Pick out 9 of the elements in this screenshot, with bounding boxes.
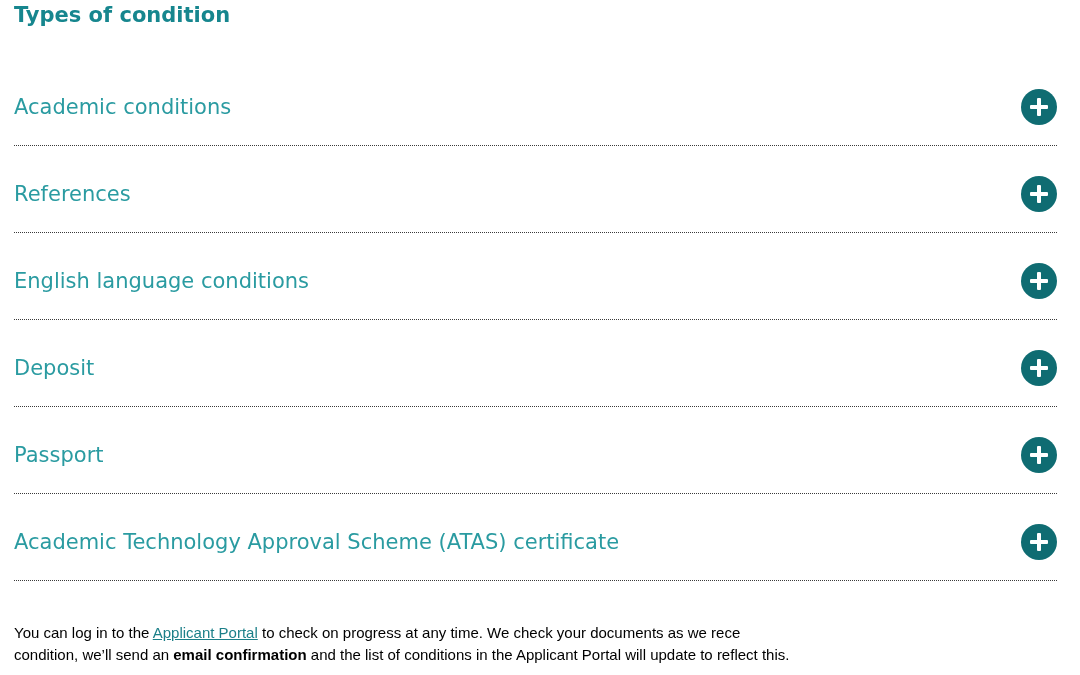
accordion-header[interactable]: Deposit	[14, 320, 1057, 407]
info-paragraph: You can log in to the Applicant Portal to check on progress at any time. We check your documents as we rece condition, we’ll send an email confirmation and the list of conditions in the Applicant Portal will update to reflect this.	[14, 623, 791, 665]
applicant-portal-link[interactable]: Applicant Portal	[152, 624, 258, 641]
accordion-header[interactable]: Academic Technology Approval Scheme (ATAS) certificate	[14, 494, 1057, 581]
accordion-header[interactable]: Academic conditions	[14, 59, 1057, 146]
accordion-header[interactable]: English language conditions	[14, 233, 1057, 320]
accordion-header[interactable]: Passport	[14, 407, 1057, 494]
accordion-header[interactable]: References	[14, 146, 1057, 233]
section-heading: Types of condition	[14, 2, 231, 29]
